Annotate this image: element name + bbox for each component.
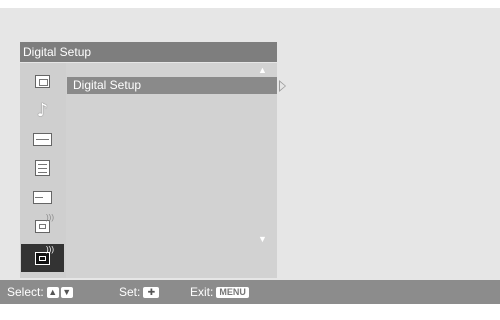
exit-label: Exit: (190, 285, 214, 299)
scroll-up-icon: ▲ (258, 65, 267, 75)
set-label: Set: (119, 285, 141, 299)
help-bar: Select: ▲ ▼ Set: ✚ Exit: MENU (0, 280, 500, 304)
enter-key-icon: ✚ (143, 286, 160, 298)
screen-icon (33, 132, 52, 146)
select-label: Select: (7, 285, 44, 299)
sidebar-item-digital-setup[interactable]: ))) (21, 244, 64, 272)
sidebar-item-screen[interactable] (21, 125, 64, 153)
up-arrow-icon: ▲ (46, 286, 59, 298)
sidebar-item-input[interactable] (21, 183, 64, 211)
menu-content (66, 63, 277, 278)
top-border (0, 0, 500, 8)
menu-item-digital-setup[interactable]: Digital Setup (67, 77, 277, 94)
down-arrow-icon: ▼ (60, 286, 73, 298)
submenu-arrow-icon (279, 80, 286, 92)
sidebar-item-sound[interactable]: ♪ (21, 96, 64, 124)
input-icon (33, 190, 52, 204)
sound-icon: ♪ (36, 99, 49, 121)
setup-icon (35, 160, 50, 176)
help-set: Set: ✚ (119, 285, 160, 299)
sidebar-item-picture[interactable] (21, 67, 64, 95)
help-exit: Exit: MENU (190, 285, 249, 299)
sidebar-item-analog-setup[interactable]: ))) (21, 212, 64, 240)
menu-sidebar: ♪ )))))) (20, 63, 66, 278)
help-select: Select: ▲ ▼ (7, 285, 73, 299)
sidebar-item-setup[interactable] (21, 154, 64, 182)
picture-icon (35, 74, 50, 88)
scroll-down-icon: ▼ (258, 234, 267, 244)
tv-screen: Digital Setup ♪)))))) ▲ Digital Setup … (0, 0, 500, 320)
bottom-border (0, 304, 500, 320)
menu-title: Digital Setup (20, 42, 277, 62)
menu-key: MENU (216, 286, 249, 298)
